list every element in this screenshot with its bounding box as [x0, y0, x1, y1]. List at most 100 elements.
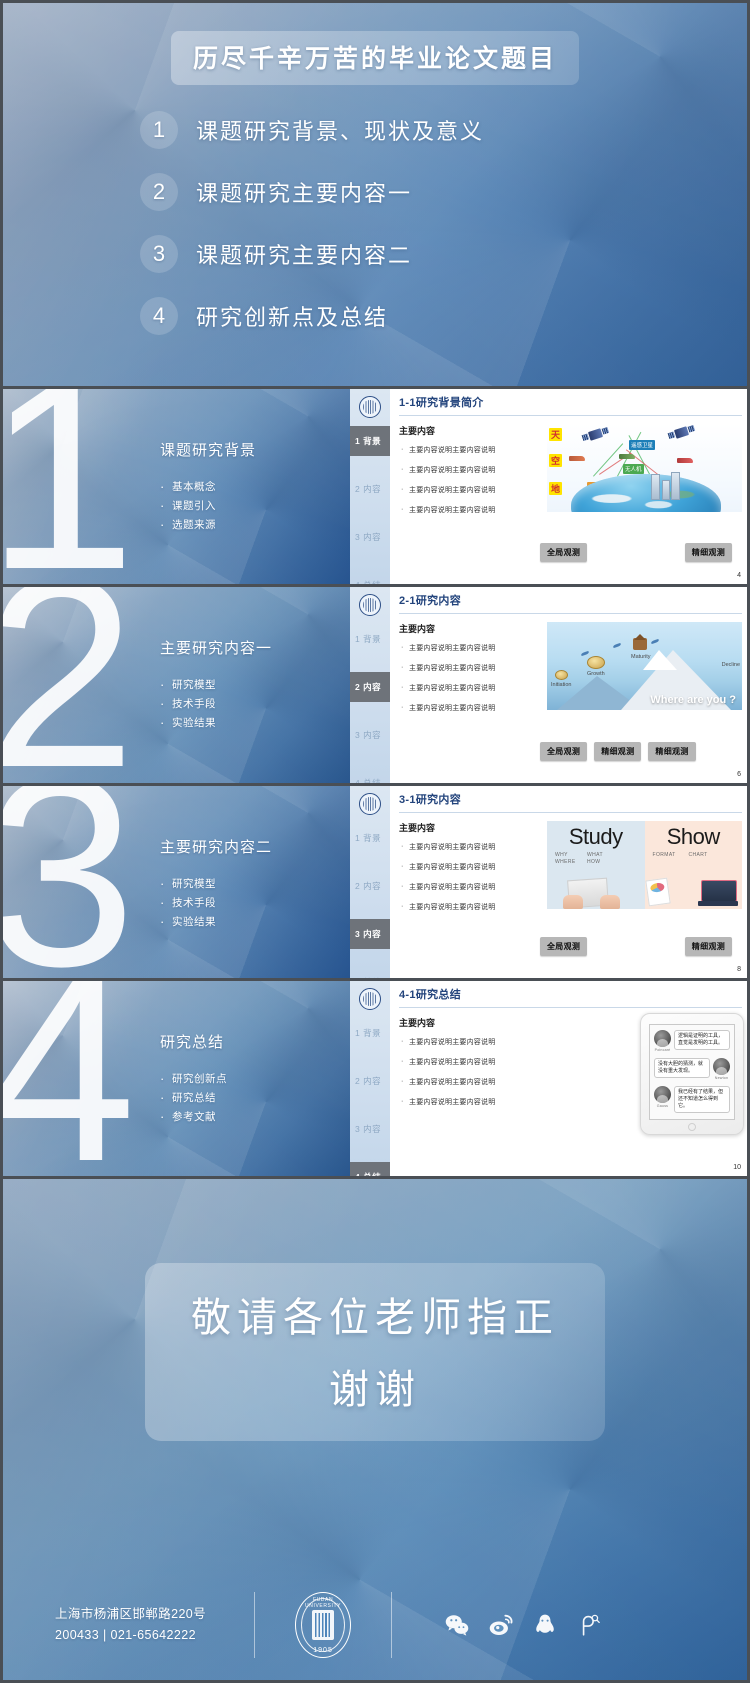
slide-button-group: 全局观测 精细观测: [540, 543, 732, 562]
sidebar-item-summary[interactable]: 4 总结: [350, 967, 390, 978]
sidebar-item-content-2[interactable]: 3 内容: [350, 720, 390, 750]
agenda-item[interactable]: 4 研究创新点及总结: [140, 285, 610, 347]
section-cover-2: 2 主要研究内容一 研究模型 技术手段 实验结果: [0, 587, 350, 783]
coin-stack-icon: [587, 656, 605, 669]
list-item: 主要内容说明主要内容说明: [399, 643, 541, 653]
crest-icon: FUDAN UNIVERSITY 1905: [295, 1592, 352, 1658]
fine-observation-button-2[interactable]: 精细观测: [648, 742, 696, 761]
divider: [399, 415, 742, 416]
agenda-item[interactable]: 2 课题研究主要内容一: [140, 161, 610, 223]
sidebar-item-content-2[interactable]: 3 内容: [350, 919, 390, 949]
agenda-label: 研究创新点及总结: [196, 305, 389, 330]
section-cover-1: 1 课题研究背景 基本概念 课题引入 选题来源: [0, 389, 350, 584]
agenda-label: 课题研究主要内容二: [196, 243, 413, 268]
global-observation-button[interactable]: 全局观测: [540, 937, 588, 956]
building-icon: [651, 474, 660, 500]
sky-space-ground-diagram: 天 空 地 遥感卫星 无人机: [547, 424, 742, 512]
fine-observation-button[interactable]: 精细观测: [594, 742, 642, 761]
list-item: 研究模型: [160, 874, 340, 894]
sidebar-item-summary[interactable]: 4 总结: [350, 570, 390, 584]
tablet-device-mockup: Poincaré 逻辑是证明的工具，直觉是发明的工具。 Newton 没有大胆的…: [640, 1013, 744, 1135]
sidebar-item-background[interactable]: 1 背景: [350, 624, 390, 654]
slide-subheading: 主要内容: [399, 823, 436, 833]
crest-year: 1905: [313, 1647, 333, 1654]
slide-heading: 1-1研究背景简介: [399, 397, 484, 409]
section-bullets: 研究模型 技术手段 实验结果: [160, 874, 340, 932]
home-button-icon[interactable]: [688, 1123, 696, 1131]
weibo-icon[interactable]: [488, 1612, 514, 1638]
list-item: 主要内容说明主要内容说明: [399, 465, 541, 475]
portrait-icon: [713, 1058, 730, 1075]
tag-remote-sensing-satellite: 遥感卫星: [629, 440, 656, 450]
sidebar-item-content-1[interactable]: 2 内容: [350, 1066, 390, 1096]
university-logo-icon: [359, 793, 381, 815]
section-bullets: 研究创新点 研究总结 参考文献: [160, 1069, 340, 1127]
section-copy: 研究总结 研究创新点 研究总结 参考文献: [160, 1031, 340, 1127]
coin-icon: [555, 670, 568, 680]
sidebar-item-summary[interactable]: 4 总结: [350, 768, 390, 783]
keyword-chart: CHART: [688, 852, 708, 858]
list-item: 技术手段: [160, 893, 340, 913]
wechat-icon[interactable]: [444, 1612, 470, 1638]
stage-label-maturity: Maturity: [631, 654, 651, 660]
global-observation-button[interactable]: 全局观测: [540, 742, 588, 761]
crest-university-name: FUDAN UNIVERSITY: [305, 1597, 342, 1609]
global-observation-button[interactable]: 全局观测: [540, 543, 588, 562]
list-item: 主要内容说明主要内容说明: [399, 663, 541, 673]
keyword-why: WHY: [555, 852, 568, 858]
building-icon: [662, 480, 670, 500]
list-item: 实验结果: [160, 912, 340, 932]
divider: [254, 1592, 256, 1658]
slide-subheading: 主要内容: [399, 624, 436, 634]
quote-row: Gauss 我已经有了结果，但还不知道怎么得到它。: [654, 1086, 730, 1113]
sidebar-item-summary[interactable]: 4 总结: [350, 1162, 390, 1176]
avatar: Newton: [713, 1058, 730, 1080]
portrait-icon: [654, 1030, 671, 1047]
section-title: 课题研究背景: [160, 442, 257, 459]
sidebar-item-content-1[interactable]: 2 内容: [350, 871, 390, 901]
slide-sidebar: 1 背景 2 内容 3 内容 4 总结: [350, 389, 390, 584]
slide-page-number: 6: [737, 771, 741, 778]
bird-icon: [650, 638, 660, 645]
thanks-slide: 敬请各位老师指正 谢谢 上海市杨浦区邯郸路220号 200433 | 021-6…: [0, 1176, 750, 1680]
section-row-1: 1 课题研究背景 基本概念 课题引入 选题来源 1 背景 2 内容 3 内容 4…: [0, 386, 750, 584]
list-item: 主要内容说明主要内容说明: [399, 902, 541, 912]
slide-heading: 3-1研究内容: [399, 794, 461, 806]
slide-bullet-list: 主要内容说明主要内容说明 主要内容说明主要内容说明 主要内容说明主要内容说明 主…: [399, 445, 541, 515]
quote-bubble: 想象力比知识更重要: [657, 1119, 710, 1120]
slide-subheading: 主要内容: [399, 426, 436, 436]
list-item: 研究创新点: [160, 1069, 340, 1089]
fine-observation-button[interactable]: 精细观测: [684, 937, 732, 956]
page-title: 历尽千辛万苦的毕业论文题目: [170, 31, 579, 85]
agenda-item[interactable]: 3 课题研究主要内容二: [140, 223, 610, 285]
list-item: 主要内容说明主要内容说明: [399, 505, 541, 515]
quote-author: Poincaré: [654, 1048, 671, 1052]
sidebar-item-content-1[interactable]: 2 内容: [350, 672, 390, 702]
section-big-number: 4: [0, 981, 137, 1176]
slide-content: 4-1研究总结 主要内容 主要内容说明主要内容说明 主要内容说明主要内容说明 主…: [390, 981, 750, 1176]
search-icon[interactable]: [576, 1612, 602, 1638]
sidebar-item-background[interactable]: 1 背景: [350, 1018, 390, 1048]
sidebar-item-content-1[interactable]: 2 内容: [350, 474, 390, 504]
list-item: 主要内容说明主要内容说明: [399, 683, 541, 693]
slide-page-number: 4: [737, 572, 741, 579]
avatar: Gauss: [654, 1086, 671, 1108]
sidebar-item-content-2[interactable]: 3 内容: [350, 1114, 390, 1144]
section-big-number: 3: [0, 786, 137, 978]
section-title: 主要研究内容二: [160, 839, 273, 856]
address-line-1: 上海市杨浦区邯郸路220号: [55, 1607, 207, 1621]
show-word: Show: [666, 824, 721, 849]
sidebar-item-content-2[interactable]: 3 内容: [350, 522, 390, 552]
agenda-item[interactable]: 1 课题研究背景、现状及意义: [140, 99, 610, 161]
bird-icon: [612, 642, 622, 649]
keyword-where: WHERE: [555, 859, 576, 865]
sidebar-item-background[interactable]: 1 背景: [350, 823, 390, 853]
chart-card-icon: [644, 877, 671, 907]
sidebar-item-background[interactable]: 1 背景: [350, 426, 390, 456]
list-item: 实验结果: [160, 713, 340, 733]
slide-content: 3-1研究内容 主要内容 主要内容说明主要内容说明 主要内容说明主要内容说明 主…: [390, 786, 750, 978]
agenda-number-badge: 1: [140, 111, 178, 149]
fine-observation-button[interactable]: 精细观测: [684, 543, 732, 562]
qq-icon[interactable]: [532, 1612, 558, 1638]
list-item: 主要内容说明主要内容说明: [399, 445, 541, 455]
